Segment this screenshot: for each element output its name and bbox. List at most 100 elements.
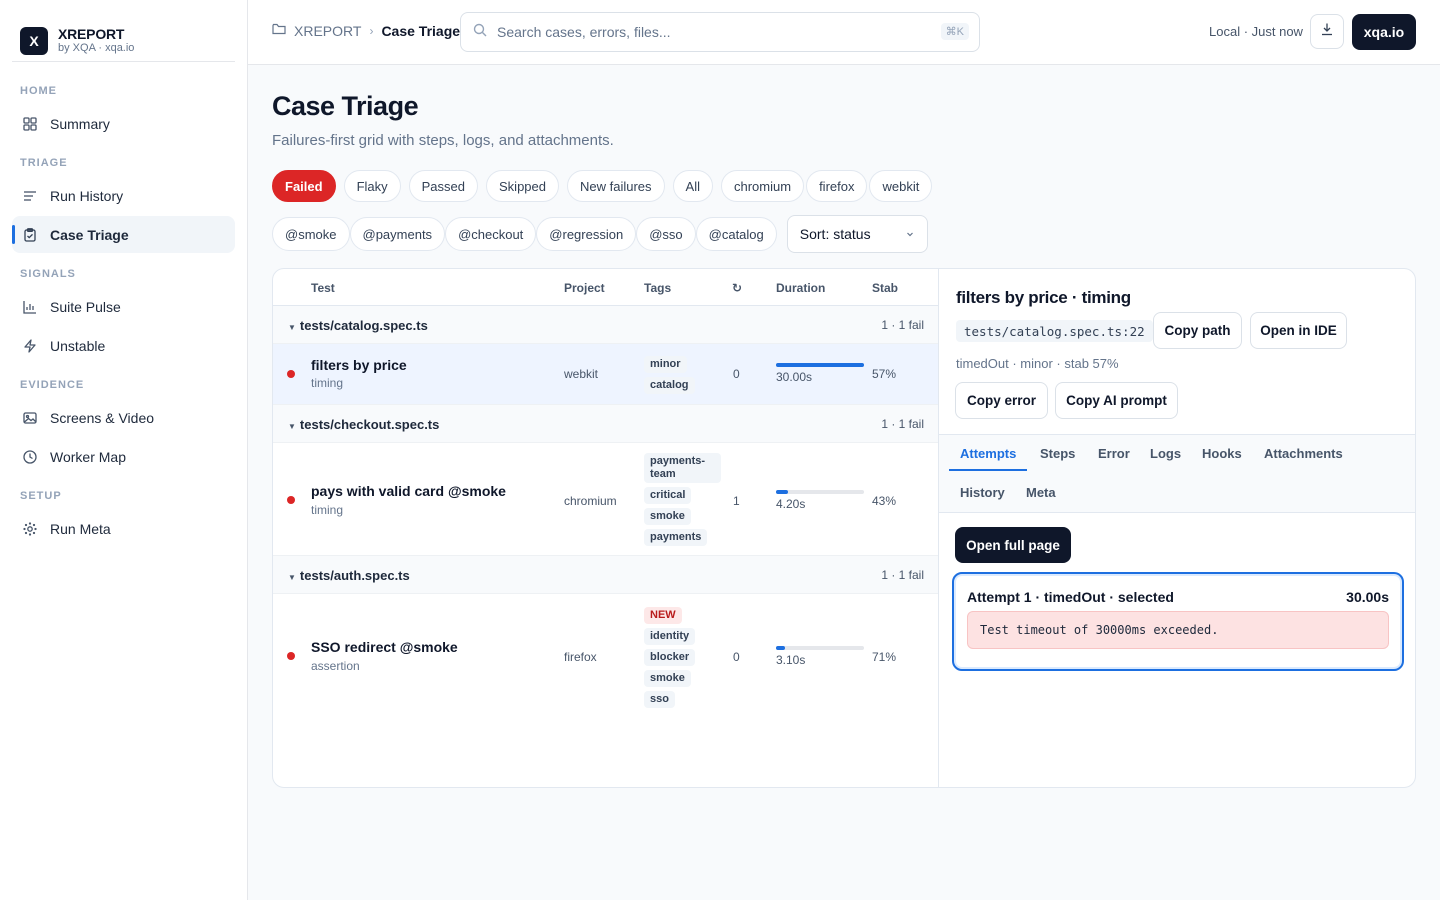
duration-bar (776, 646, 864, 650)
brand[interactable]: X XREPORT by XQA · xqa.io (0, 0, 247, 62)
open-full-page-button[interactable]: Open full page (955, 527, 1071, 563)
tag-filter-sso[interactable]: @sso (636, 217, 696, 251)
table-row[interactable]: pays with valid card @smoke timing chrom… (273, 443, 938, 556)
group-file: ▼ tests/catalog.spec.ts (288, 318, 428, 333)
test-duration: 3.10s (776, 653, 806, 667)
sidebar-divider (12, 61, 235, 62)
group-row[interactable]: ▼ tests/catalog.spec.ts 1 · 1 fail (273, 306, 938, 344)
new-badge: NEW (644, 607, 682, 624)
group-file-label: tests/checkout.spec.ts (299, 417, 440, 432)
filter-all[interactable]: All (672, 170, 713, 202)
test-name: SSO redirect @smoke (311, 639, 458, 655)
caret-down-icon: ▼ (288, 323, 296, 332)
results-table: Test Project Tags ↻ Duration Stab ▼ tests… (273, 269, 939, 787)
breadcrumb-separator: › (369, 23, 374, 38)
sort-select[interactable]: Sort: status (786, 215, 928, 253)
tag-filter-catalog[interactable]: @catalog (695, 217, 777, 251)
tab-logs[interactable]: Logs (1150, 446, 1181, 461)
tab-history[interactable]: History (960, 485, 1005, 500)
tab-steps[interactable]: Steps (1040, 446, 1075, 461)
col-project[interactable]: Project (564, 281, 605, 295)
group-row[interactable]: ▼ tests/checkout.spec.ts 1 · 1 fail (273, 405, 938, 443)
duration-bar-fill (776, 490, 789, 494)
filter-skipped[interactable]: Skipped (486, 170, 559, 202)
run-status: Local · Just now (1209, 24, 1303, 39)
detail-meta: timedOut · minor · stab 57% (956, 356, 1119, 371)
failed-status-dot (287, 652, 295, 660)
duration-bar-fill (776, 646, 785, 650)
attempt-card[interactable]: Attempt 1 · timedOut · selected 30.00s T… (952, 572, 1404, 671)
download-button[interactable] (1310, 14, 1344, 49)
tag-filter-payments[interactable]: @payments (349, 217, 446, 251)
sidebar-item-summary[interactable]: Summary (12, 105, 235, 142)
page-title: Case Triage (272, 91, 419, 121)
tab-attachments[interactable]: Attachments (1264, 446, 1343, 461)
filter-new-failures[interactable]: New failures (567, 170, 665, 202)
tab-attempts[interactable]: Attempts (960, 446, 1016, 461)
active-tab-indicator (949, 469, 1027, 471)
copy-ai-prompt-button[interactable]: Copy AI prompt (1055, 382, 1178, 419)
sidebar-item-label: Unstable (50, 337, 106, 354)
tag: blocker (644, 649, 696, 666)
tag: minor (644, 356, 687, 373)
detail-title: filters by price · timing (956, 288, 1131, 307)
nav-section-home: HOME (20, 85, 57, 97)
filter-flaky[interactable]: Flaky (343, 170, 401, 202)
tag-filter-checkout[interactable]: @checkout (445, 217, 537, 251)
sidebar-item-screens-video[interactable]: Screens & Video (12, 399, 235, 436)
sidebar: X XREPORT by XQA · xqa.io HOME Summary T… (0, 0, 248, 900)
test-subtitle: timing (311, 376, 344, 390)
sidebar-item-unstable[interactable]: Unstable (12, 327, 235, 364)
breadcrumb-root[interactable]: XREPORT (294, 23, 361, 39)
breadcrumb: XREPORT › Case Triage (272, 22, 460, 39)
attempt-error-message: Test timeout of 30000ms exceeded. (967, 611, 1389, 649)
detail-pane: filters by price · timing tests/catalog.… (939, 269, 1415, 787)
sidebar-item-case-triage[interactable]: Case Triage (12, 216, 235, 253)
sidebar-item-label: Worker Map (50, 448, 126, 465)
test-project: chromium (564, 494, 617, 508)
tag-filter-smoke[interactable]: @smoke (272, 217, 350, 251)
topbar: XREPORT › Case Triage ⌘K Local · Just no… (248, 0, 1440, 65)
group-count: 1 · 1 fail (881, 568, 924, 582)
copy-error-button[interactable]: Copy error (955, 382, 1048, 419)
filter-passed[interactable]: Passed (408, 170, 479, 202)
search-icon (473, 23, 487, 42)
open-in-ide-button[interactable]: Open in IDE (1250, 312, 1347, 349)
filter-firefox[interactable]: firefox (806, 170, 868, 202)
xqa-link-button[interactable]: xqa.io (1352, 14, 1416, 50)
search-input[interactable] (497, 24, 917, 40)
copy-path-button[interactable]: Copy path (1153, 312, 1242, 349)
search-box[interactable]: ⌘K (460, 12, 980, 52)
sidebar-item-suite-pulse[interactable]: Suite Pulse (12, 288, 235, 325)
tab-error[interactable]: Error (1098, 446, 1130, 461)
sidebar-item-label: Summary (50, 115, 110, 132)
group-row[interactable]: ▼ tests/auth.spec.ts 1 · 1 fail (273, 556, 938, 594)
tag: critical (644, 487, 692, 504)
tab-meta[interactable]: Meta (1026, 485, 1056, 500)
sidebar-item-run-meta[interactable]: Run Meta (12, 510, 235, 547)
sidebar-item-label: Suite Pulse (50, 298, 121, 315)
retry-icon[interactable]: ↻ (732, 281, 742, 295)
col-stab[interactable]: Stab (872, 281, 898, 295)
tag-filter-regression[interactable]: @regression (536, 217, 637, 251)
filter-chromium[interactable]: chromium (720, 170, 805, 202)
sidebar-item-worker-map[interactable]: Worker Map (12, 438, 235, 475)
col-duration[interactable]: Duration (776, 281, 825, 295)
bar-chart-icon (22, 299, 38, 315)
tab-hooks[interactable]: Hooks (1202, 446, 1242, 461)
table-row[interactable]: filters by price timing webkit minor cat… (273, 344, 938, 405)
col-test[interactable]: Test (311, 281, 335, 295)
group-count: 1 · 1 fail (881, 417, 924, 431)
filter-failed[interactable]: Failed (272, 170, 336, 202)
sidebar-item-label: Case Triage (50, 226, 129, 243)
table-row[interactable]: SSO redirect @smoke assertion firefox NE… (273, 594, 938, 718)
duration-bar (776, 490, 864, 494)
sidebar-item-run-history[interactable]: Run History (12, 177, 235, 214)
test-name: filters by price (311, 357, 407, 373)
caret-down-icon: ▼ (288, 573, 296, 582)
sort-label: Sort: status (799, 226, 871, 242)
test-subtitle: assertion (311, 659, 360, 673)
col-tags[interactable]: Tags (644, 281, 671, 295)
filter-webkit[interactable]: webkit (869, 170, 933, 202)
nav-section-evidence: EVIDENCE (20, 379, 85, 391)
